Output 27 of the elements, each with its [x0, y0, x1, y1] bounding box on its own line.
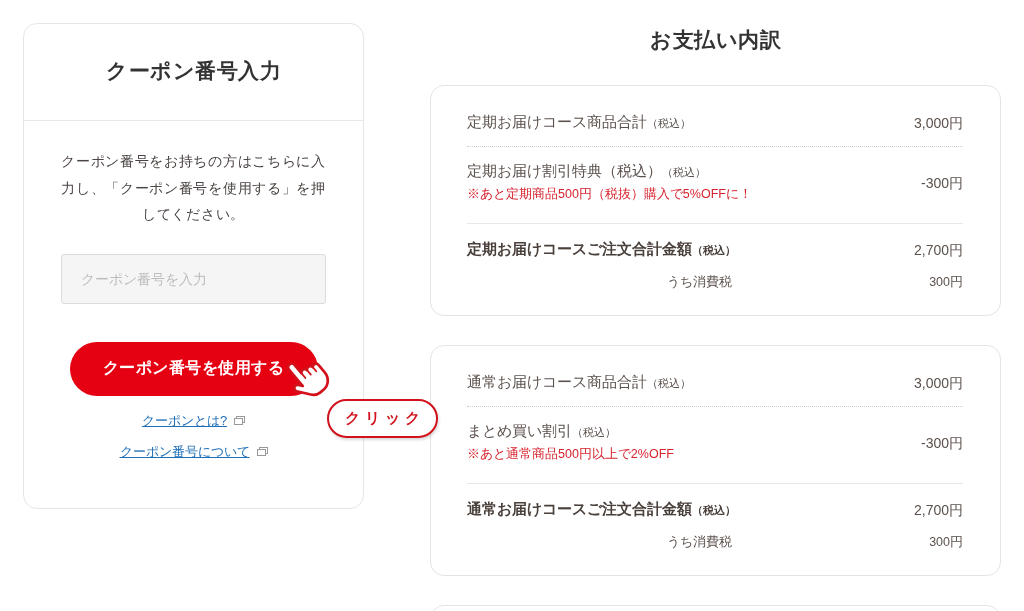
row-label: 通常お届けコース商品合計（税込）: [467, 373, 691, 392]
coupon-instructions: クーポン番号をお持ちの方はこちらに入力し、「クーポン番号を使用する」を押してください。: [60, 152, 327, 224]
row-amount: 3,000円: [913, 373, 963, 393]
row-amount: -300円: [920, 173, 963, 193]
tax-label: うち消費税: [667, 274, 732, 291]
row-label: 通常お届けコースご注文合計金額（税込）: [467, 500, 736, 519]
tax-amount: 300円: [928, 274, 963, 291]
click-callout: クリック: [327, 398, 438, 438]
row-amount: 2,700円: [913, 240, 963, 260]
use-coupon-button[interactable]: クーポン番号を使用する: [69, 341, 318, 396]
coupon-title: クーポン番号入力: [105, 58, 282, 84]
new-window-icon: [256, 447, 268, 456]
row-amount: -300円: [920, 433, 963, 453]
coupon-help-link[interactable]: クーポン番号について: [119, 441, 250, 462]
row-amount: 3,000円: [913, 113, 963, 133]
payment-title: お支払い内訳: [649, 27, 782, 53]
coupon-help-link[interactable]: クーポンとは?: [141, 410, 228, 431]
row-label: まとめ買い割引（税込）: [467, 422, 617, 441]
row-label: 定期お届けコース商品合計（税込）: [467, 113, 691, 132]
tax-label: うち消費税: [667, 534, 732, 551]
tax-amount: 300円: [928, 534, 963, 551]
row-amount: 2,700円: [913, 500, 963, 520]
row-label: 定期お届けコースご注文合計金額（税込）: [467, 240, 736, 259]
new-window-icon: [234, 416, 246, 425]
row-label: 定期お届け割引特典（税込）（税込）: [467, 162, 707, 181]
discount-note: ※あと定期商品500円（税抜）購入で5%OFFに！: [467, 186, 752, 203]
discount-note: ※あと通常商品500円以上で2%OFF: [467, 446, 674, 463]
